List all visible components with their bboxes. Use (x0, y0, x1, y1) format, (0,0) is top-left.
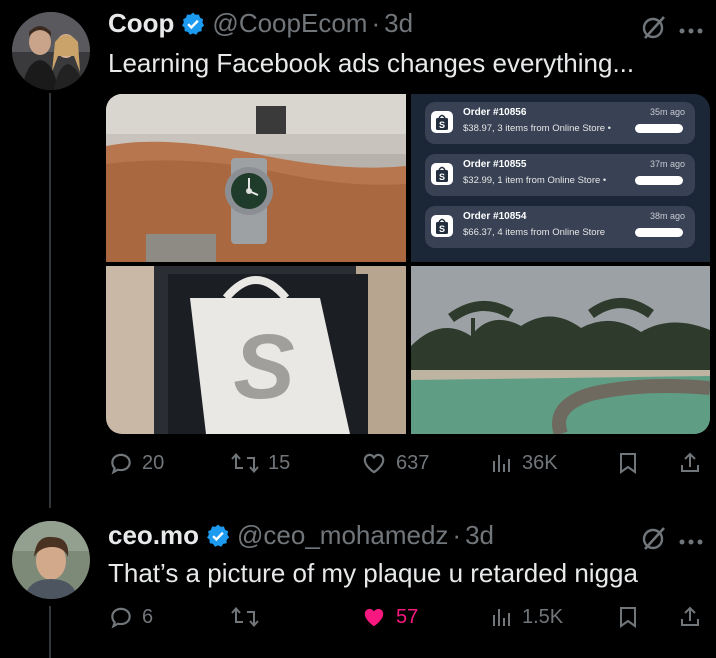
views-count: 1.5K (522, 605, 564, 628)
grok-icon[interactable] (640, 524, 668, 552)
share-icon (678, 450, 702, 476)
order-notification: S Order #10856 $38.97, 3 items from Onli… (425, 102, 695, 144)
svg-text:S: S (439, 172, 445, 182)
order-time: 37m ago (649, 159, 685, 169)
redaction-mark (635, 228, 683, 237)
svg-text:S: S (439, 224, 445, 234)
order-title: Order #10854 (463, 211, 527, 222)
tweet-actions: 20 15 637 36K (108, 446, 708, 480)
avatar-ceo-mo[interactable] (12, 521, 90, 599)
more-icon[interactable] (678, 533, 708, 545)
reply-count: 6 (142, 605, 154, 628)
views-icon (490, 604, 514, 630)
more-icon[interactable] (678, 22, 708, 34)
reply-icon (108, 604, 134, 630)
tweet-text: Learning Facebook ads changes everything… (108, 48, 635, 78)
like-count: 57 (396, 605, 419, 628)
tweet-header: Coop @CoopEcom · 3d (108, 8, 413, 39)
views-icon (490, 450, 514, 476)
like-count: 637 (396, 451, 430, 474)
order-title: Order #10855 (463, 159, 527, 170)
repost-count: 15 (268, 451, 291, 474)
timestamp[interactable]: 3d (465, 520, 494, 551)
avatar-coop[interactable] (12, 12, 90, 90)
shopify-bag-icon: S (431, 111, 453, 133)
separator-dot: · (452, 520, 462, 550)
repost-icon (230, 450, 260, 476)
reply-button[interactable]: 6 (108, 604, 153, 630)
tweet-header: ceo.mo @ceo_mohamedz · 3d (108, 520, 494, 551)
like-button[interactable]: 57 (360, 604, 418, 630)
share-icon (678, 604, 702, 630)
repost-button[interactable]: 15 (230, 450, 290, 476)
order-time: 38m ago (649, 211, 685, 221)
like-icon (360, 450, 388, 476)
share-button[interactable] (678, 604, 702, 630)
display-name[interactable]: Coop (108, 8, 174, 39)
order-detail: $66.37, 4 items from Online Store (463, 227, 606, 238)
media-image-plaque[interactable]: S (106, 266, 406, 434)
like-icon (360, 604, 388, 630)
repost-button[interactable] (230, 604, 268, 630)
thread-line-bottom (49, 606, 51, 658)
timestamp[interactable]: 3d (384, 8, 413, 39)
handle[interactable]: @ceo_mohamedz (237, 520, 448, 551)
verified-badge-icon (205, 523, 231, 549)
shopify-bag-icon: S (431, 215, 453, 237)
redaction-mark (635, 124, 683, 133)
bookmark-button[interactable] (616, 604, 640, 630)
reply-count: 20 (142, 451, 165, 474)
svg-text:S: S (233, 316, 294, 418)
bookmark-button[interactable] (616, 450, 640, 476)
redaction-mark (635, 176, 683, 185)
share-button[interactable] (678, 450, 702, 476)
like-button[interactable]: 637 (360, 450, 429, 476)
tweet-text: That’s a picture of my plaque u retarded… (108, 558, 638, 588)
order-time: 35m ago (649, 107, 685, 117)
order-notification: S Order #10854 $66.37, 4 items from Onli… (425, 206, 695, 248)
views-button[interactable]: 36K (490, 450, 558, 476)
media-grid[interactable]: S Order #10856 $38.97, 3 items from Onli… (106, 94, 710, 434)
tweet-actions: 6 57 1.5K (108, 600, 708, 634)
views-button[interactable]: 1.5K (490, 604, 563, 630)
order-notification: S Order #10855 $32.99, 1 item from Onlin… (425, 154, 695, 196)
views-count: 36K (522, 451, 558, 474)
order-detail: $32.99, 1 item from Online Store • (463, 175, 607, 186)
display-name[interactable]: ceo.mo (108, 520, 199, 551)
reply-icon (108, 450, 134, 476)
reply-button[interactable]: 20 (108, 450, 164, 476)
order-detail: $38.97, 3 items from Online Store • (463, 123, 612, 134)
thread-line-top (49, 93, 51, 508)
bookmark-icon (616, 604, 640, 630)
shopify-bag-icon: S (431, 163, 453, 185)
bookmark-icon (616, 450, 640, 476)
order-title: Order #10856 (463, 107, 527, 118)
media-image-watch[interactable] (106, 94, 406, 262)
handle[interactable]: @CoopEcom (212, 8, 367, 39)
repost-icon (230, 604, 260, 630)
separator-dot: · (371, 8, 381, 38)
verified-badge-icon (180, 11, 206, 37)
media-image-orders[interactable]: S Order #10856 $38.97, 3 items from Onli… (411, 94, 710, 262)
grok-icon[interactable] (640, 13, 668, 41)
svg-text:S: S (439, 120, 445, 130)
media-image-pool[interactable] (411, 266, 710, 434)
